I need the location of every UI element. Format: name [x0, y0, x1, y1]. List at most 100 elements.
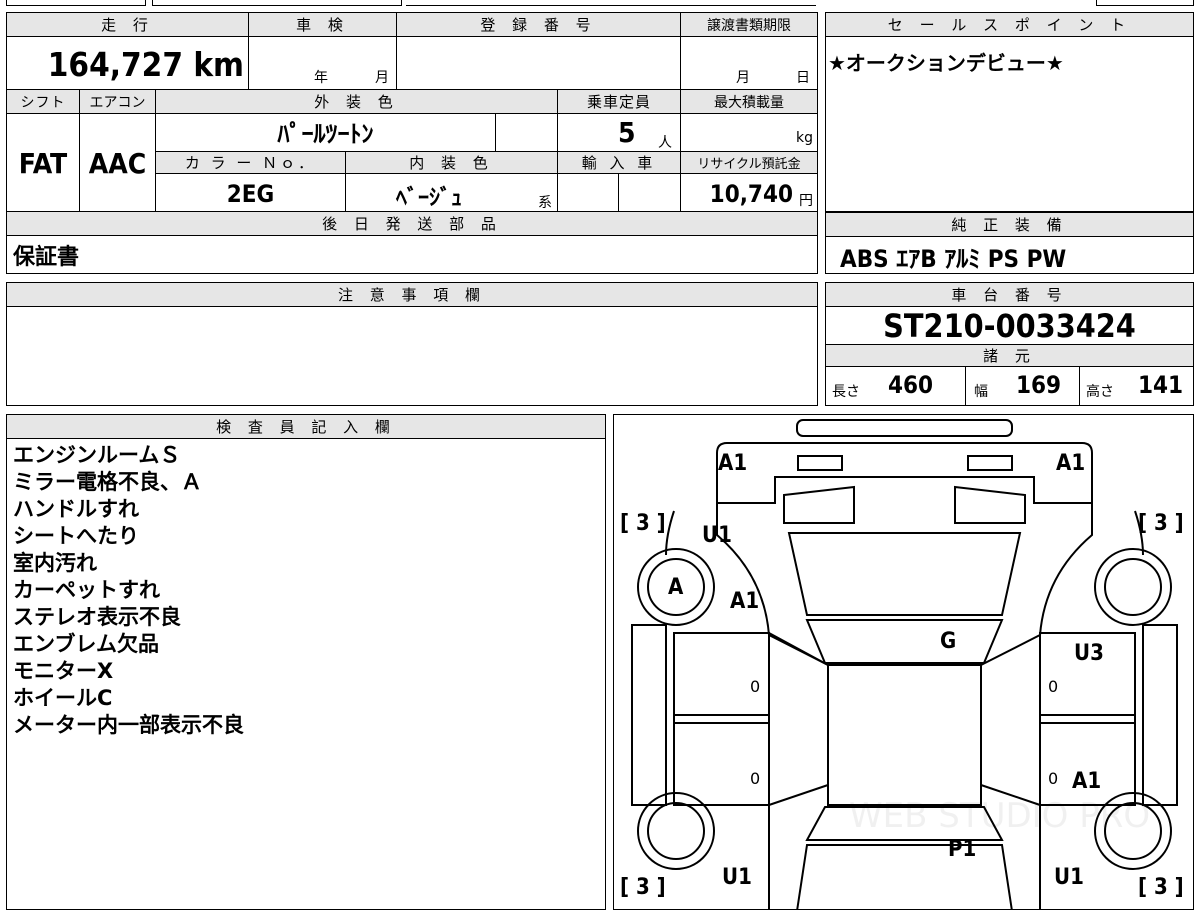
interior-color-value: ﾍﾞｰｼﾞｭ: [396, 186, 463, 211]
mark-door-right-front: U3: [1074, 641, 1104, 666]
exterior-extra-cell: [495, 114, 557, 152]
chassis-number: ST210-0033424: [826, 307, 1193, 345]
mark-rear-right: U1: [1054, 865, 1084, 890]
note-line: ホイールC: [13, 686, 113, 710]
mileage-value: 164,727 km: [7, 37, 248, 90]
inspection-year-unit: 年: [314, 70, 328, 86]
registration-value: [396, 37, 680, 90]
note-line: ハンドルすれ: [13, 497, 139, 521]
max-load-header: 最大積載量: [680, 90, 817, 114]
transfer-month-unit: 月: [736, 70, 750, 86]
exterior-header: 外 装 色: [155, 90, 557, 114]
zero-left-front: 0: [750, 677, 761, 696]
parts-value: 保証書: [13, 245, 80, 270]
car-diagram: WEB STUDIO PRO: [631, 419, 1178, 909]
recycle-header: リサイクル預託金: [680, 152, 817, 174]
ac-header: エアコン: [79, 90, 155, 114]
shift-value: FAT: [7, 114, 79, 212]
capacity-header: 乗車定員: [557, 90, 680, 114]
inspection-header: 車 検: [248, 13, 396, 37]
interior-header: 内 装 色: [345, 152, 557, 174]
interior-color-cell: ﾍﾞｰｼﾞｭ 系: [345, 174, 557, 212]
note-line: エンブレム欠品: [13, 632, 159, 656]
caution-box: 注 意 事 項 欄: [6, 282, 818, 406]
chassis-box: 車 台 番 号 ST210-0033424 諸 元 長さ 460 幅 169 高…: [825, 282, 1194, 406]
color-no-header: カ ラ ー Ｎｏ．: [155, 152, 345, 174]
spec-length: 長さ 460: [826, 367, 965, 405]
note-line: ステレオ表示不良: [13, 605, 181, 629]
note-line: 室内汚れ: [13, 551, 97, 575]
equipment-list: ABS ｴｱB ｱﾙﾐ PS PW: [840, 245, 1067, 273]
inspection-month-unit: 月: [375, 70, 389, 86]
zero-left-rear: 0: [750, 769, 761, 788]
max-load-value-cell: kg: [680, 114, 817, 152]
mark-wheel-left: A: [668, 575, 684, 600]
note-line: エンジンルームＳ: [13, 443, 181, 467]
mark-door-right-rear: A1: [1072, 769, 1102, 794]
mark-front-left: A1: [718, 451, 748, 476]
capacity-unit: 人: [658, 135, 672, 151]
chassis-header: 車 台 番 号: [826, 283, 1193, 307]
spec-height-value: 141: [1138, 371, 1184, 399]
parts-header: 後 日 発 送 部 品: [7, 212, 817, 236]
sales-point-box: セ ー ル ス ポ イ ン ト ★オークションデビュー★: [825, 12, 1194, 212]
zero-right-rear: 0: [1048, 769, 1059, 788]
import-value-cell-1: [557, 174, 618, 212]
spec-height-label: 高さ: [1086, 384, 1114, 400]
spec-width-label: 幅: [974, 384, 988, 400]
recycle-fee-value: 10,740: [709, 180, 793, 208]
note-line: ミラー電格不良、Ａ: [13, 470, 202, 494]
zero-right-front: 0: [1048, 677, 1059, 696]
recycle-unit: 円: [799, 193, 813, 209]
note-line: カーペットすれ: [13, 578, 160, 602]
max-load-unit: kg: [796, 130, 813, 146]
ac-value: AAC: [79, 114, 155, 212]
tire-rear-right: [ 3 ]: [1138, 875, 1184, 900]
tire-front-right: [ 3 ]: [1138, 511, 1184, 536]
tire-rear-left: [ 3 ]: [620, 875, 666, 900]
car-diagram-box: WEB STUDIO PRO A1 A1 U1 A A1 G U3 A1 P1 …: [613, 414, 1194, 910]
inspector-header: 検 査 員 記 入 欄: [7, 415, 605, 439]
inspector-notes: エンジンルームＳ ミラー電格不良、Ａ ハンドルすれ シートへたり 室内汚れ カー…: [13, 442, 244, 739]
registration-header: 登 録 番 号: [396, 13, 680, 37]
tire-front-left: [ 3 ]: [620, 511, 666, 536]
note-line: モニターX: [13, 659, 114, 683]
transfer-day-unit: 日: [796, 70, 810, 86]
transfer-deadline-value: 月 日: [680, 37, 817, 90]
color-no-value: 2EG: [155, 174, 345, 212]
exterior-color-value: ﾊﾟｰﾙﾂｰﾄﾝ: [155, 114, 495, 152]
top-row-fragment: [6, 0, 1194, 6]
mark-front-right: A1: [1056, 451, 1086, 476]
mileage-header: 走 行: [7, 13, 248, 37]
equipment-box: 純 正 装 備 ABS ｴｱB ｱﾙﾐ PS PW: [825, 212, 1194, 274]
spec-length-label: 長さ: [832, 384, 860, 400]
mark-roof: G: [940, 629, 957, 654]
equipment-header: 純 正 装 備: [826, 213, 1193, 237]
transfer-deadline-header: 譲渡書類期限: [680, 13, 817, 37]
spec-length-value: 460: [888, 371, 934, 399]
caution-header: 注 意 事 項 欄: [7, 283, 817, 307]
mark-rear-left: U1: [722, 865, 752, 890]
sales-point-header: セ ー ル ス ポ イ ン ト: [826, 13, 1193, 37]
inspection-value: 年 月: [248, 37, 396, 90]
specs-header: 諸 元: [826, 345, 1193, 367]
note-line: シートへたり: [13, 524, 139, 548]
import-header: 輸 入 車: [557, 152, 680, 174]
import-value-cell-2: [618, 174, 680, 212]
interior-suffix: 系: [538, 195, 552, 211]
capacity-value-cell: 5 人: [557, 114, 680, 152]
vehicle-info-table: 走 行 車 検 登 録 番 号 譲渡書類期限 164,727 km 年 月 月 …: [6, 12, 818, 274]
watermark: WEB STUDIO PRO: [849, 796, 1150, 836]
mark-pillar-left: A1: [730, 589, 760, 614]
inspector-box: 検 査 員 記 入 欄 エンジンルームＳ ミラー電格不良、Ａ ハンドルすれ シー…: [6, 414, 606, 910]
note-line: メーター内一部表示不良: [13, 713, 244, 737]
sales-point-text: ★オークションデビュー★: [828, 51, 1064, 75]
capacity-value: 5: [618, 116, 636, 149]
shift-header: シフト: [7, 90, 79, 114]
recycle-value-cell: 10,740 円: [680, 174, 817, 212]
mark-trunk: P1: [948, 837, 977, 862]
spec-width: 幅 169: [965, 367, 1079, 405]
spec-height: 高さ 141: [1079, 367, 1193, 405]
spec-width-value: 169: [1016, 371, 1062, 399]
mark-fender-left: U1: [702, 523, 732, 548]
